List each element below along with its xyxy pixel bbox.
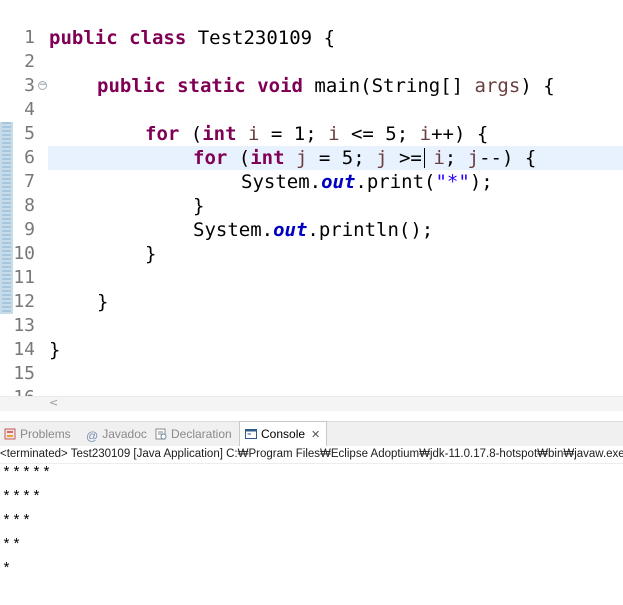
- close-icon[interactable]: ✕: [311, 429, 320, 441]
- code-text[interactable]: for (int i = 1; i <= 5; i++) {: [145, 122, 488, 146]
- code-line: 2 public class Test230109 {: [0, 26, 623, 72]
- text-caret: [424, 148, 425, 168]
- code-line: 1: [0, 2, 623, 48]
- console-status-line: <terminated> Test230109 [Java Applicatio…: [0, 446, 623, 464]
- code-text[interactable]: System.out.print("*");: [241, 170, 493, 194]
- code-text[interactable]: }: [193, 194, 204, 218]
- console-icon: [245, 424, 257, 439]
- console-output-line: ****: [2, 489, 43, 506]
- code-line-current: 7 for (int j = 5; j >= i; j--) {: [0, 146, 623, 192]
- console-view[interactable]: <terminated> Test230109 [Java Applicatio…: [0, 446, 623, 605]
- console-output-line: *****: [2, 465, 53, 482]
- code-text[interactable]: for (int j = 5; j >= i; j--) {: [193, 146, 536, 170]
- code-line: 11 }: [0, 242, 623, 288]
- scroll-left-arrow-icon[interactable]: <: [49, 396, 58, 409]
- line-number: 16: [13, 386, 35, 396]
- code-text[interactable]: }: [145, 242, 156, 266]
- code-line: 8 System.out.print("*");: [0, 170, 623, 216]
- code-line: 15 }: [0, 338, 623, 384]
- tab-declaration[interactable]: Declaration: [155, 422, 232, 446]
- code-line: 14: [0, 314, 623, 360]
- code-text[interactable]: System.out.println();: [193, 218, 433, 242]
- code-text[interactable]: }: [49, 338, 60, 362]
- tab-javadoc-label: Javadoc: [102, 427, 147, 441]
- code-line: 6 for (int i = 1; i <= 5; i++) {: [0, 122, 623, 168]
- problems-icon: [4, 424, 16, 440]
- console-output-line: ***: [2, 513, 33, 530]
- tab-javadoc[interactable]: @ Javadoc: [86, 422, 147, 446]
- code-line: 4 − public static void main(String[] arg…: [0, 74, 623, 120]
- code-line: 5: [0, 98, 623, 144]
- code-line: 16: [0, 362, 623, 396]
- declaration-icon: [155, 424, 167, 440]
- code-line: 13 }: [0, 290, 623, 336]
- code-line: 3: [0, 50, 623, 96]
- code-text[interactable]: }: [97, 290, 108, 314]
- code-text[interactable]: public static void main(String[] args) {: [97, 74, 555, 98]
- horizontal-scrollbar[interactable]: <: [0, 396, 623, 411]
- code-line: 10 System.out.println();: [0, 218, 623, 264]
- tab-problems[interactable]: Problems: [4, 422, 71, 446]
- javadoc-icon: @: [86, 429, 99, 443]
- code-text[interactable]: public class Test230109 {: [49, 26, 335, 50]
- view-tab-bar: Problems @ Javadoc Declaration Console ✕: [0, 421, 623, 447]
- tab-declaration-label: Declaration: [171, 427, 232, 441]
- console-output-line: *: [2, 561, 13, 578]
- tab-console[interactable]: Console ✕: [239, 421, 328, 447]
- console-output-line: **: [2, 537, 23, 554]
- code-line: 12: [0, 266, 623, 312]
- tab-problems-label: Problems: [20, 427, 71, 441]
- code-editor[interactable]: 1 2 public class Test230109 { 3 4 − publ…: [0, 0, 623, 396]
- fold-toggle-icon[interactable]: −: [38, 81, 47, 90]
- tab-console-label: Console: [261, 427, 306, 441]
- code-line: 9 }: [0, 194, 623, 240]
